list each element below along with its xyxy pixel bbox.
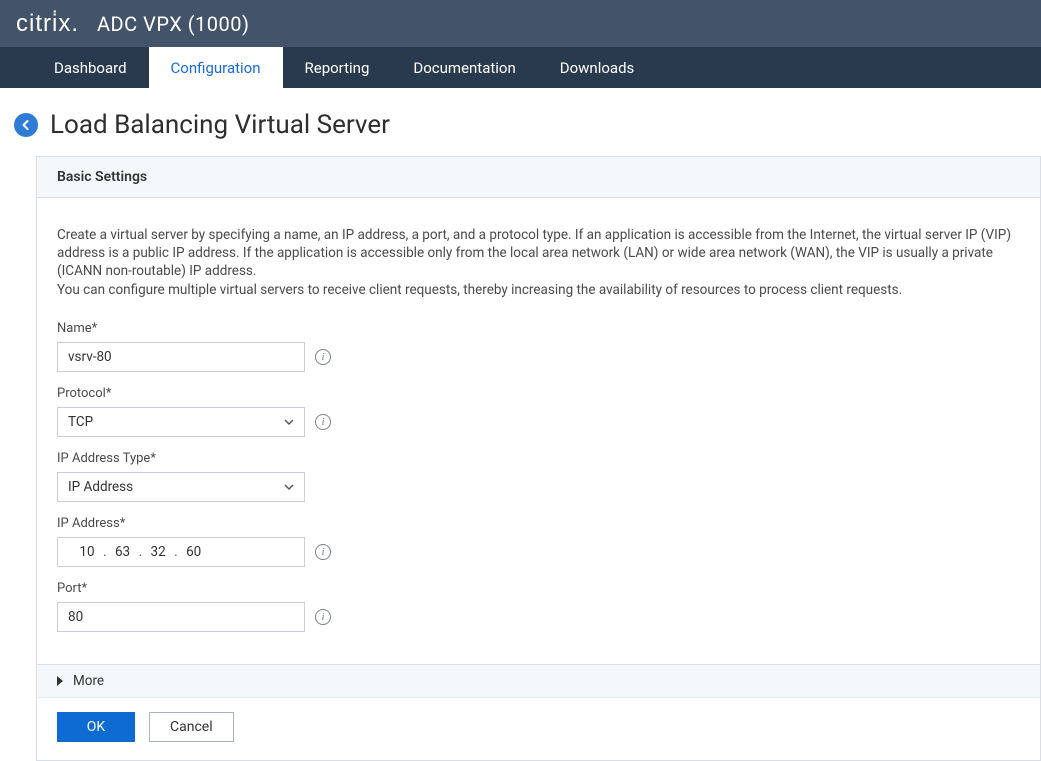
chevron-down-icon — [284, 482, 294, 492]
ok-button[interactable]: OK — [57, 712, 135, 742]
ip-octet-4: 60 — [179, 544, 209, 560]
brand-logo: citri̇x — [16, 10, 79, 38]
input-name[interactable]: vsrv-80 — [57, 342, 305, 372]
info-icon[interactable]: i — [315, 414, 331, 430]
label-protocol: Protocol* — [57, 386, 1020, 401]
field-port: Port* 80 i — [57, 581, 1020, 632]
field-ip-type: IP Address Type* IP Address — [57, 451, 1020, 502]
ip-octet-3: 32 — [143, 544, 173, 560]
input-name-value: vsrv-80 — [68, 349, 112, 365]
tab-dashboard[interactable]: Dashboard — [32, 47, 149, 88]
select-ip-type-value: IP Address — [68, 479, 133, 495]
tab-documentation[interactable]: Documentation — [391, 47, 537, 88]
field-name: Name* vsrv-80 i — [57, 321, 1020, 372]
info-icon[interactable]: i — [315, 544, 331, 560]
main-nav: Dashboard Configuration Reporting Docume… — [0, 47, 1041, 88]
triangle-right-icon — [57, 676, 65, 686]
brand-bar: citri̇x ADC VPX (1000) — [0, 0, 1041, 47]
field-protocol: Protocol* TCP i — [57, 386, 1020, 437]
arrow-left-icon — [20, 119, 32, 131]
page-header: Load Balancing Virtual Server — [0, 88, 1041, 156]
chevron-down-icon — [284, 417, 294, 427]
info-icon[interactable]: i — [315, 609, 331, 625]
input-port[interactable]: 80 — [57, 602, 305, 632]
label-name: Name* — [57, 321, 1020, 336]
input-port-value: 80 — [68, 609, 83, 625]
basic-settings-panel: Basic Settings Create a virtual server b… — [36, 156, 1041, 761]
panel-footer: OK Cancel — [37, 697, 1040, 760]
field-ip: IP Address* 10 . 63 . 32 . 60 i — [57, 516, 1020, 567]
more-toggle[interactable]: More — [37, 664, 1040, 697]
back-button[interactable] — [14, 113, 38, 137]
tab-reporting[interactable]: Reporting — [283, 47, 392, 88]
panel-description-2: You can configure multiple virtual serve… — [57, 281, 1020, 299]
input-ip[interactable]: 10 . 63 . 32 . 60 — [57, 537, 305, 567]
form: Name* vsrv-80 i Protocol* TCP — [57, 321, 1020, 632]
info-icon[interactable]: i — [315, 349, 331, 365]
page-title: Load Balancing Virtual Server — [50, 110, 390, 140]
label-ip: IP Address* — [57, 516, 1020, 531]
tab-downloads[interactable]: Downloads — [538, 47, 657, 88]
select-ip-type[interactable]: IP Address — [57, 472, 305, 502]
select-protocol[interactable]: TCP — [57, 407, 305, 437]
ip-octet-1: 10 — [72, 544, 102, 560]
panel-description-1: Create a virtual server by specifying a … — [57, 226, 1020, 281]
label-port: Port* — [57, 581, 1020, 596]
panel-body: Create a virtual server by specifying a … — [37, 198, 1040, 664]
cancel-button[interactable]: Cancel — [149, 712, 234, 742]
select-protocol-value: TCP — [68, 414, 93, 430]
tab-configuration[interactable]: Configuration — [149, 47, 283, 88]
panel-header: Basic Settings — [37, 157, 1040, 198]
label-ip-type: IP Address Type* — [57, 451, 1020, 466]
ip-octet-2: 63 — [108, 544, 138, 560]
more-label: More — [73, 673, 104, 689]
brand-product: ADC VPX (1000) — [97, 12, 249, 36]
